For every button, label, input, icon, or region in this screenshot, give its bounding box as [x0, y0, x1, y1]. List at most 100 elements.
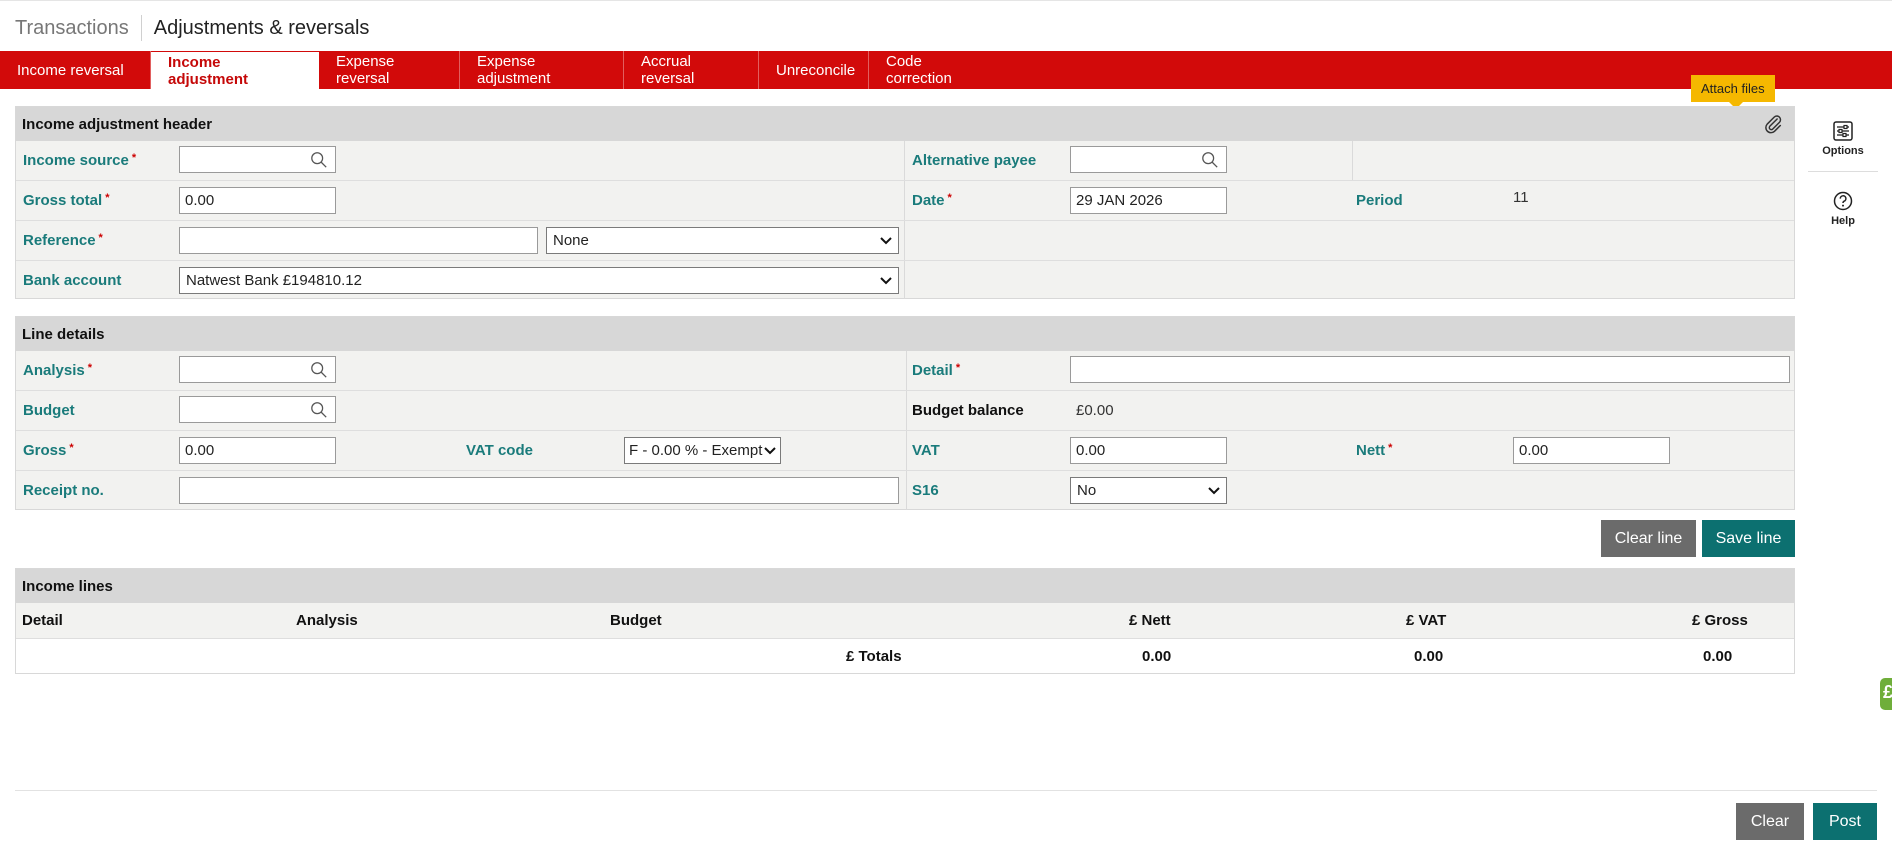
line-details-panel: Line details Analysis * Detail * Budget Bu… — [15, 316, 1795, 510]
tab-accrual-reversal[interactable]: Accrual reversal — [624, 51, 759, 89]
s16-value: No — [1077, 482, 1097, 499]
post-button[interactable]: Post — [1813, 803, 1877, 840]
income-source-label: Income source * — [23, 152, 137, 169]
panel-title: Income lines — [16, 569, 1794, 603]
reference-type-select[interactable]: None — [546, 227, 899, 254]
vat-code-select[interactable]: F - 0.00 % - Exempt — [624, 437, 781, 464]
tab-expense-adjustment[interactable]: Expense adjustment — [460, 51, 624, 89]
bank-account-value: Natwest Bank £194810.12 — [186, 272, 362, 289]
alternative-payee-label: Alternative payee — [912, 152, 1037, 169]
chevron-down-icon — [764, 446, 776, 454]
chevron-down-icon — [1208, 486, 1220, 494]
column-header-gross[interactable]: £ Gross — [1692, 612, 1748, 629]
column-header-budget[interactable]: Budget — [610, 612, 662, 629]
help-button[interactable]: Help — [1808, 190, 1878, 227]
attach-files-tooltip: Attach files — [1691, 75, 1775, 109]
budget-balance-value: £0.00 — [1076, 402, 1114, 419]
search-icon[interactable] — [310, 151, 328, 169]
gross-total-input[interactable]: 0.00 — [179, 187, 336, 214]
budget-input[interactable] — [179, 396, 336, 423]
column-header-detail[interactable]: Detail — [22, 612, 63, 629]
analysis-input[interactable] — [179, 356, 336, 383]
period-value: 11 — [1513, 189, 1529, 206]
gross-input[interactable]: 0.00 — [179, 437, 336, 464]
total-gross: 0.00 — [1703, 648, 1733, 665]
line-row-1: Analysis * Detail * — [16, 351, 1794, 390]
s16-select[interactable]: No — [1070, 477, 1227, 504]
s16-label: S16 — [912, 482, 939, 499]
side-widget-tab[interactable]: £ — [1880, 678, 1892, 710]
receipt-no-input[interactable] — [179, 477, 899, 504]
chevron-down-icon — [880, 276, 892, 284]
clear-button[interactable]: Clear — [1736, 803, 1804, 840]
paperclip-icon[interactable] — [1762, 113, 1784, 135]
total-vat: 0.00 — [1414, 648, 1444, 665]
tab-expense-reversal[interactable]: Expense reversal — [319, 51, 460, 89]
options-icon — [1833, 121, 1853, 141]
nett-input[interactable]: 0.00 — [1513, 437, 1670, 464]
totals-row: £ Totals 0.00 0.00 0.00 — [16, 638, 1794, 673]
panel-title: Line details — [16, 317, 1794, 351]
chevron-down-icon — [880, 236, 892, 244]
table-header-row: Detail Analysis Budget £ Nett £ VAT £ Gr… — [16, 603, 1794, 638]
search-icon[interactable] — [310, 401, 328, 419]
column-header-nett[interactable]: £ Nett — [1129, 612, 1171, 629]
date-label: Date * — [912, 192, 952, 209]
options-button[interactable]: Options — [1808, 120, 1878, 157]
nett-label: Nett * — [1356, 442, 1393, 459]
line-row-4: Receipt no. S16 No — [16, 470, 1794, 510]
options-label: Options — [1822, 145, 1864, 157]
income-lines-panel: Income lines Detail Analysis Budget £ Ne… — [15, 568, 1795, 674]
totals-label: £ Totals — [846, 648, 902, 665]
breadcrumb-separator — [140, 15, 142, 41]
reference-label: Reference * — [23, 232, 103, 249]
alternative-payee-input[interactable] — [1070, 146, 1227, 173]
bank-account-label: Bank account — [23, 272, 122, 289]
tab-code-correction[interactable]: Code correction — [869, 51, 1003, 89]
panel-title: Income adjustment header — [16, 107, 1794, 141]
vat-input[interactable]: 0.00 — [1070, 437, 1227, 464]
reference-input[interactable] — [179, 227, 538, 254]
vat-code-value: F - 0.00 % - Exempt — [629, 442, 763, 459]
column-header-analysis[interactable]: Analysis — [296, 612, 358, 629]
analysis-label: Analysis * — [23, 362, 92, 379]
save-line-button[interactable]: Save line — [1702, 520, 1795, 557]
clear-line-button[interactable]: Clear line — [1601, 520, 1696, 557]
panel-title-text: Income adjustment header — [22, 115, 213, 133]
line-row-3: Gross * 0.00 VAT code F - 0.00 % - Exempt… — [16, 430, 1794, 470]
header-row-3: Reference * None — [16, 220, 1794, 260]
search-icon[interactable] — [310, 361, 328, 379]
date-input[interactable]: 29 JAN 2026 — [1070, 187, 1227, 214]
breadcrumb: Transactions Adjustments & reversals — [15, 14, 369, 42]
vat-label: VAT — [912, 442, 940, 459]
tab-unreconcile[interactable]: Unreconcile — [759, 51, 869, 89]
vat-code-label: VAT code — [466, 442, 533, 459]
period-label: Period — [1356, 192, 1403, 209]
header-row-1: Income source * Alternative payee — [16, 141, 1794, 180]
budget-label: Budget — [23, 402, 75, 419]
detail-label: Detail * — [912, 362, 961, 379]
footer-divider — [15, 790, 1877, 791]
detail-input[interactable] — [1070, 356, 1790, 383]
top-border — [0, 0, 1892, 1]
bank-account-select[interactable]: Natwest Bank £194810.12 — [179, 267, 899, 294]
total-nett: 0.00 — [1142, 648, 1172, 665]
help-icon — [1833, 191, 1853, 211]
panel-title-text: Income lines — [22, 577, 113, 595]
sidebar-divider — [1808, 171, 1878, 172]
search-icon[interactable] — [1201, 151, 1219, 169]
breadcrumb-parent[interactable]: Transactions — [15, 17, 129, 40]
column-header-vat[interactable]: £ VAT — [1406, 612, 1446, 629]
income-adjustment-header-panel: Income adjustment header Income source * … — [15, 106, 1795, 299]
receipt-no-label: Receipt no. — [23, 482, 104, 499]
tab-income-adjustment[interactable]: Income adjustment — [151, 52, 319, 90]
header-row-2: Gross total * 0.00 Date * 29 JAN 2026 Peri… — [16, 180, 1794, 220]
budget-balance-label: Budget balance — [912, 402, 1024, 419]
help-label: Help — [1831, 215, 1855, 227]
line-row-2: Budget Budget balance £0.00 — [16, 390, 1794, 430]
gross-label: Gross * — [23, 442, 74, 459]
gross-total-label: Gross total * — [23, 192, 110, 209]
right-sidebar: Options Help — [1808, 120, 1878, 227]
tab-income-reversal[interactable]: Income reversal — [0, 51, 151, 89]
income-source-input[interactable] — [179, 146, 336, 173]
